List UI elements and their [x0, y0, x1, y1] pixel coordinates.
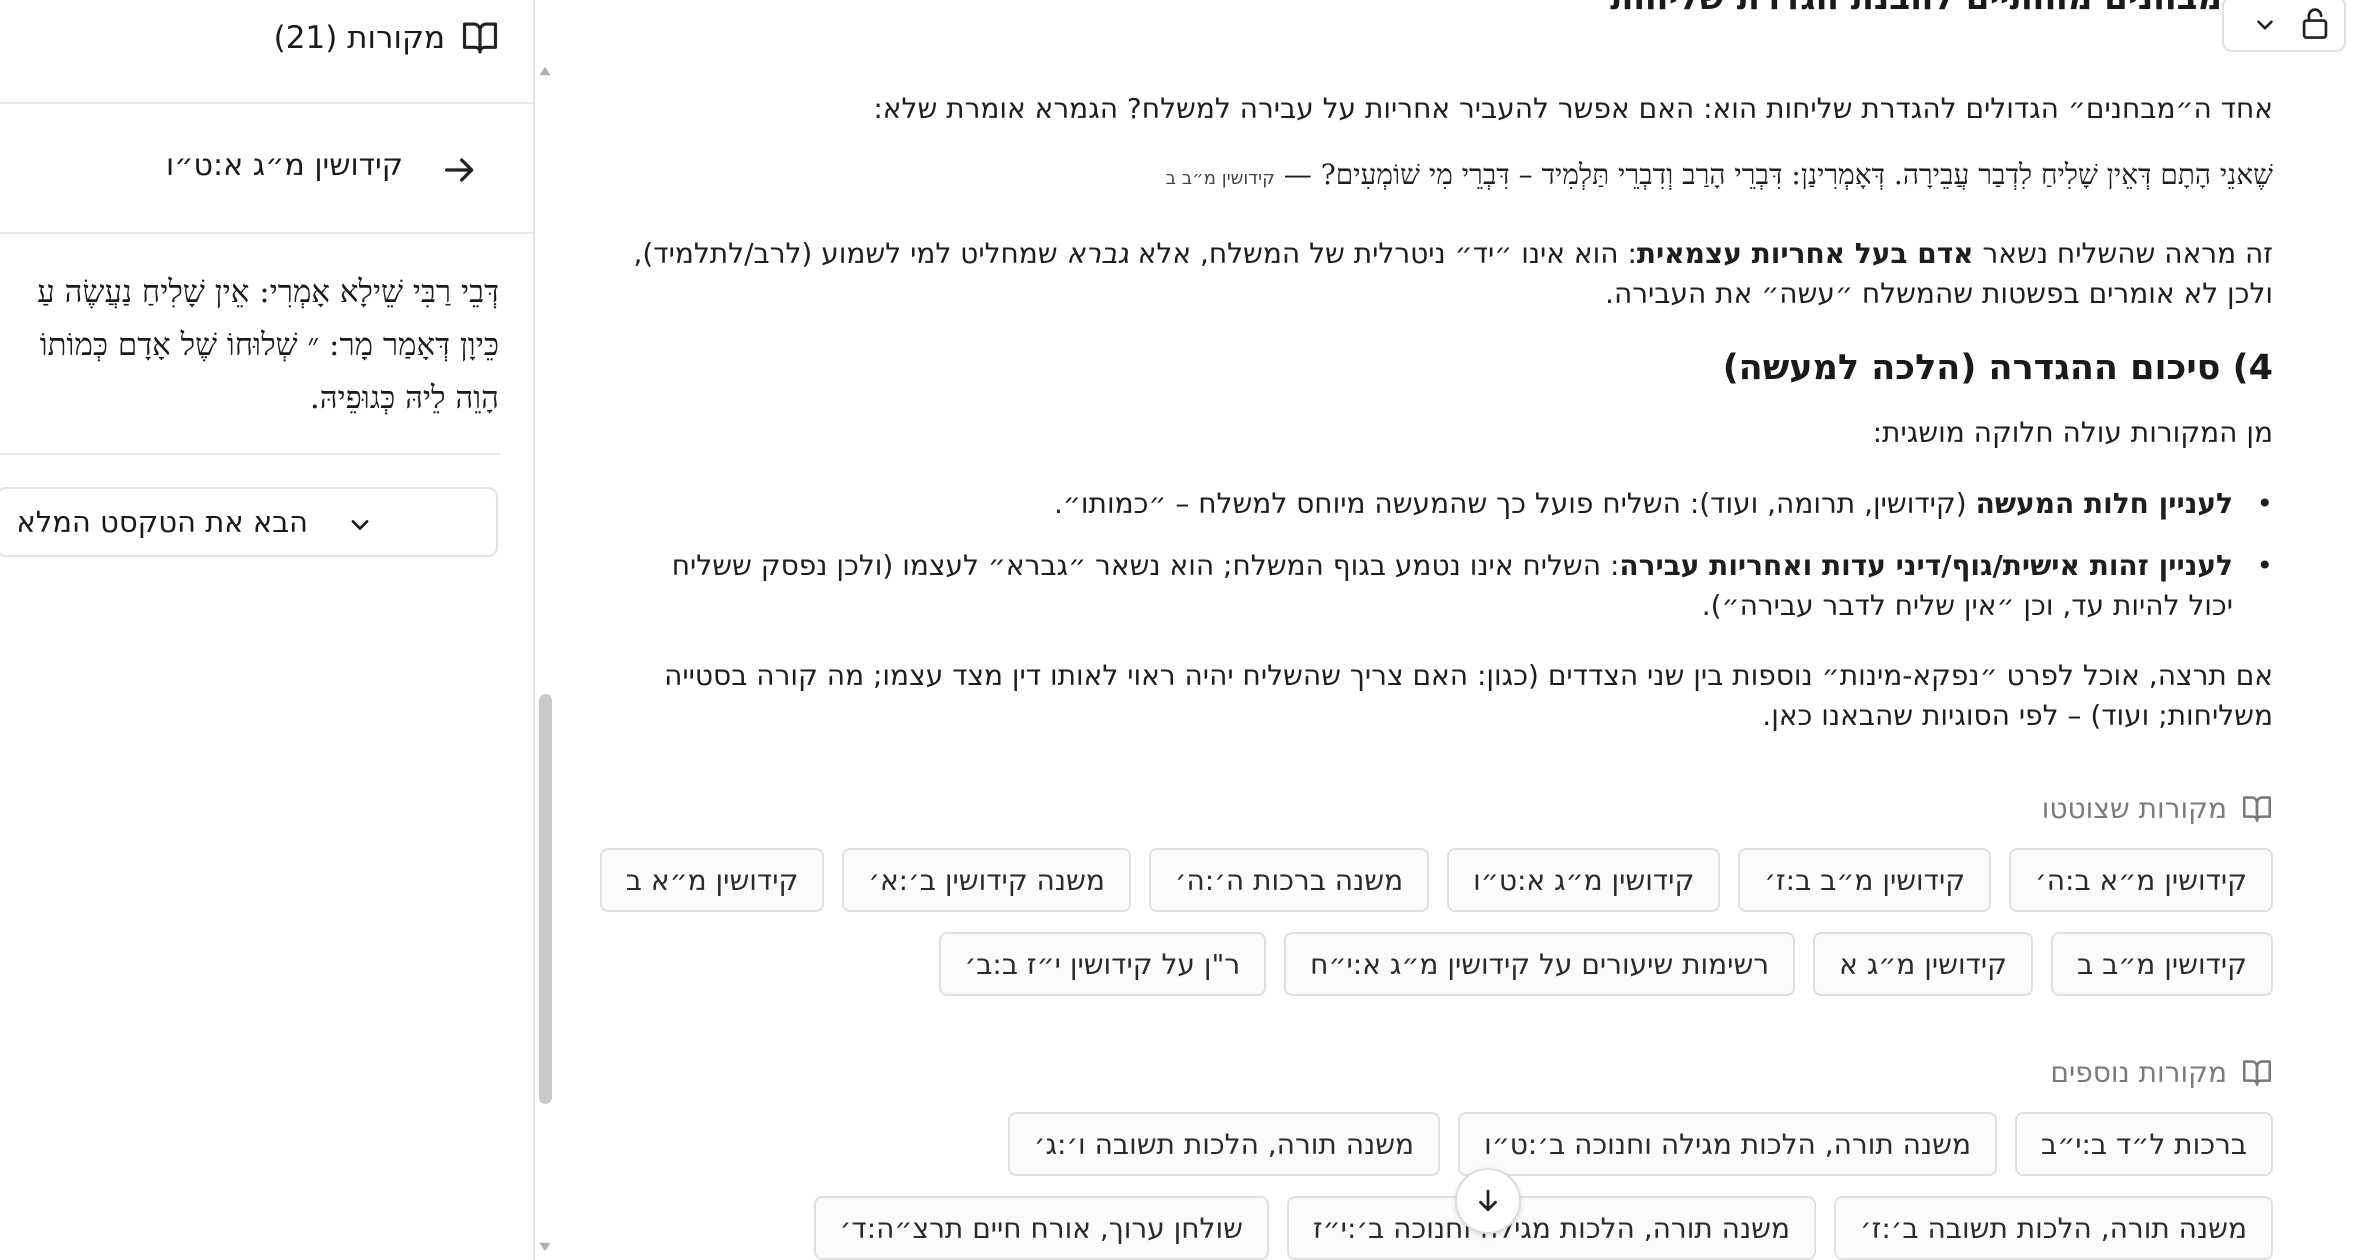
arrow-right-icon[interactable]: [440, 150, 480, 190]
text-span: זה מראה שהשליח נשאר: [1973, 237, 2273, 270]
source-chip[interactable]: קידושין מ״ב ב:ז׳: [1738, 848, 1992, 912]
bold-text: לעניין זהות אישית/גוף/דיני עדות ואחריות …: [1619, 549, 2233, 582]
cited-sources-label: מקורות שצוטטו: [2042, 792, 2273, 825]
paragraph: אחד ה״מבחנים״ הגדולים להגדרת שליחות הוא:…: [873, 92, 2273, 125]
scroll-down-arrow-icon[interactable]: [538, 1240, 552, 1254]
book-icon: [2242, 795, 2271, 822]
bullet-dot: •: [2256, 487, 2273, 520]
source-nav-row[interactable]: קידושין מ״ג א:ט״ו: [0, 104, 533, 234]
chevron-down-icon: [351, 520, 369, 530]
quote-ref-link[interactable]: קידושין מ״ב ב: [1166, 168, 1275, 189]
source-chip[interactable]: משנה תורה, הלכות תשובה ו׳:ג׳: [1007, 1112, 1441, 1176]
quote-text: שֶׁאנֵי הָתָם דְּאֵין שָׁלִיחַ לִדְבַר ע…: [1320, 158, 2273, 191]
quote-dash: —: [1274, 158, 1321, 191]
source-chip[interactable]: ברכות ל״ד ב:י״ב: [2015, 1112, 2273, 1176]
source-chip[interactable]: משנה תורה, הלכות מגילה וחנוכה ב׳:ט״ו: [1458, 1112, 1997, 1176]
italic-text: גברא: [1066, 237, 1129, 270]
scroll-up-arrow-icon[interactable]: [538, 64, 552, 78]
more-sources-label-text: מקורות נוספים: [2050, 1056, 2227, 1089]
source-chip[interactable]: משנה קידושין ב׳:א׳: [842, 848, 1131, 912]
source-chip[interactable]: שולחן ערוך, אורח חיים תרצ״ה:ד׳: [813, 1196, 1269, 1260]
sources-panel-header: מקורות (21): [0, 0, 533, 104]
source-text: דְּבֵי רַבִּי שֵׁילָא אָמְרִי: אֵין שָׁל…: [0, 266, 499, 425]
source-text-line: הָוֵה לֵיהּ כְּגוּפֵיהּ.: [309, 380, 499, 416]
source-text-line: כֵּיוָן דְּאָמַר מָר: ״ שְׁלוּחוֹ שֶׁל א…: [39, 327, 499, 363]
sources-title: מקורות (21): [273, 20, 445, 56]
bullet-dot: •: [2256, 549, 2273, 582]
chevron-down-icon[interactable]: [2252, 12, 2278, 38]
cited-sources-label-text: מקורות שצוטטו: [2041, 792, 2227, 825]
arrow-down-icon: [1479, 1189, 1497, 1212]
current-source-ref[interactable]: קידושין מ״ג א:ט״ו: [166, 148, 403, 183]
quote: שֶׁאנֵי הָתָם דְּאֵין שָׁלִיחַ לִדְבַר ע…: [1166, 158, 2273, 192]
more-sources-row: ברכות ל״ד ב:י״ב משנה תורה, הלכות מגילה ו…: [1007, 1112, 2273, 1176]
sources-panel: מקורות (21) קידושין מ״ג א:ט״ו דְּבֵי רַב…: [0, 0, 535, 1260]
top-controls: [2222, 0, 2346, 52]
more-sources-row: משנה תורה, הלכות תשובה ב׳:ז׳ משנה תורה, …: [813, 1196, 2273, 1260]
paragraph: זה מראה שהשליח נשאר אדם בעל אחריות עצמאי…: [633, 234, 2273, 314]
scroll-to-bottom-button[interactable]: [1455, 1168, 1521, 1234]
scrollbar-thumb[interactable]: [539, 694, 552, 1104]
article-content: 3) מבחנים מהותיים להבנת הגדרת שליחות אחד…: [560, 0, 2358, 1260]
source-chip[interactable]: משנה ברכות ה׳:ה׳: [1148, 848, 1430, 912]
source-chip[interactable]: קידושין מ״א ב:ה׳: [2009, 848, 2273, 912]
paragraph: מן המקורות עולה חלוקה מושגית:: [1872, 416, 2273, 449]
source-chip[interactable]: משנה תורה, הלכות תשובה ב׳:ז׳: [1834, 1196, 2273, 1260]
more-sources-label: מקורות נוספים: [2050, 1056, 2273, 1089]
text-span: (קידושין, תרומה, ועוד): השליח פועל כך שה…: [1053, 487, 1976, 520]
section-heading-3: 3) מבחנים מהותיים להבנת הגדרת שליחות: [1610, 0, 2273, 24]
list-item: • לעניין חלות המעשה (קידושין, תרומה, ועו…: [633, 484, 2273, 524]
source-chip[interactable]: קידושין מ״ג א:ט״ו: [1447, 848, 1721, 912]
book-icon: [462, 22, 497, 54]
list-item: • לעניין זהות אישית/גוף/דיני עדות ואחריו…: [633, 546, 2273, 626]
full-text-button-label: הבא את הטקסט המלא: [16, 505, 308, 539]
cited-sources-row: קידושין מ״א ב:ה׳ קידושין מ״ב ב:ז׳ קידושי…: [599, 848, 2273, 912]
book-icon: [2242, 1059, 2271, 1086]
paragraph: אם תרצה, אוכל לפרט ״נפקא-מינות״ נוספות ב…: [664, 659, 2273, 732]
cited-sources-row: קידושין מ״ב ב קידושין מ״ג א רשימות שיעור…: [938, 932, 2273, 996]
lock-icon[interactable]: [2300, 6, 2330, 40]
source-chip[interactable]: קידושין מ״ג א: [1813, 932, 2033, 996]
source-chip[interactable]: רשימות שיעורים על קידושין מ״ג א:י״ח: [1284, 932, 1796, 996]
divider: [0, 453, 500, 455]
source-chip[interactable]: קידושין מ״ב ב: [2050, 932, 2273, 996]
text-span: : הוא אינו ״יד״ ניטרלית של המשלח, אלא: [1128, 237, 1637, 270]
source-chip[interactable]: משנה תורה, הלכות מגילה וחנוכה ב׳:י״ז: [1286, 1196, 1817, 1260]
section-heading-4: 4) סיכום ההגדרה (הלכה למעשה): [1722, 348, 2273, 388]
bold-text: אדם בעל אחריות עצמאית: [1636, 237, 1974, 270]
full-text-button[interactable]: הבא את הטקסט המלא: [0, 487, 498, 557]
bold-text: לעניין חלות המעשה: [1975, 487, 2233, 520]
source-chip[interactable]: ר"ן על קידושין י״ז ב:ב׳: [938, 932, 1267, 996]
source-text-line: דְּבֵי רַבִּי שֵׁילָא אָמְרִי: אֵין שָׁל…: [37, 274, 499, 310]
source-chip[interactable]: קידושין מ״א ב: [599, 848, 825, 912]
sources-title-group: מקורות (21): [274, 14, 499, 62]
